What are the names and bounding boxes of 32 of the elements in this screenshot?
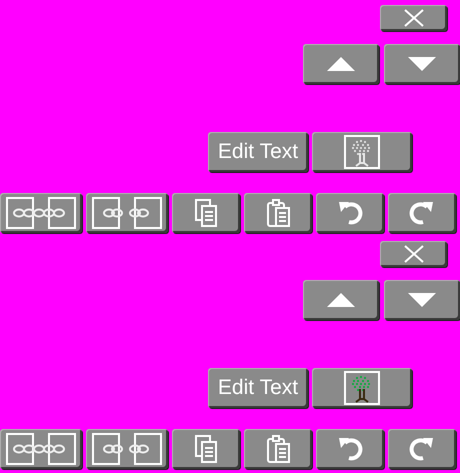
paste-button[interactable] <box>244 193 312 233</box>
edit-text-button[interactable]: Edit Text <box>208 368 308 408</box>
copy-button[interactable] <box>172 193 240 233</box>
picture-button[interactable] <box>312 132 412 172</box>
down-button[interactable] <box>384 280 460 320</box>
down-triangle-icon <box>408 293 436 307</box>
paste-icon <box>266 198 290 228</box>
close-icon <box>402 8 424 28</box>
down-triangle-icon <box>408 57 436 71</box>
up-triangle-icon <box>327 293 355 307</box>
up-triangle-icon <box>327 57 355 71</box>
undo-button[interactable] <box>316 429 384 469</box>
link-button[interactable] <box>0 429 82 469</box>
up-button[interactable] <box>303 280 379 320</box>
up-button[interactable] <box>303 44 379 84</box>
close-icon <box>402 244 424 264</box>
unlink-button[interactable] <box>86 429 168 469</box>
copy-button[interactable] <box>172 429 240 469</box>
copy-icon <box>194 198 218 228</box>
redo-button[interactable] <box>388 193 456 233</box>
close-button[interactable] <box>380 5 447 31</box>
down-button[interactable] <box>384 44 460 84</box>
copy-icon <box>194 434 218 464</box>
close-button[interactable] <box>380 241 447 267</box>
edit-text-button[interactable]: Edit Text <box>208 132 308 172</box>
redo-button[interactable] <box>388 429 456 469</box>
paste-button[interactable] <box>244 429 312 469</box>
paste-icon <box>266 434 290 464</box>
unlink-button[interactable] <box>86 193 168 233</box>
undo-button[interactable] <box>316 193 384 233</box>
picture-button[interactable] <box>312 368 412 408</box>
link-button[interactable] <box>0 193 82 233</box>
